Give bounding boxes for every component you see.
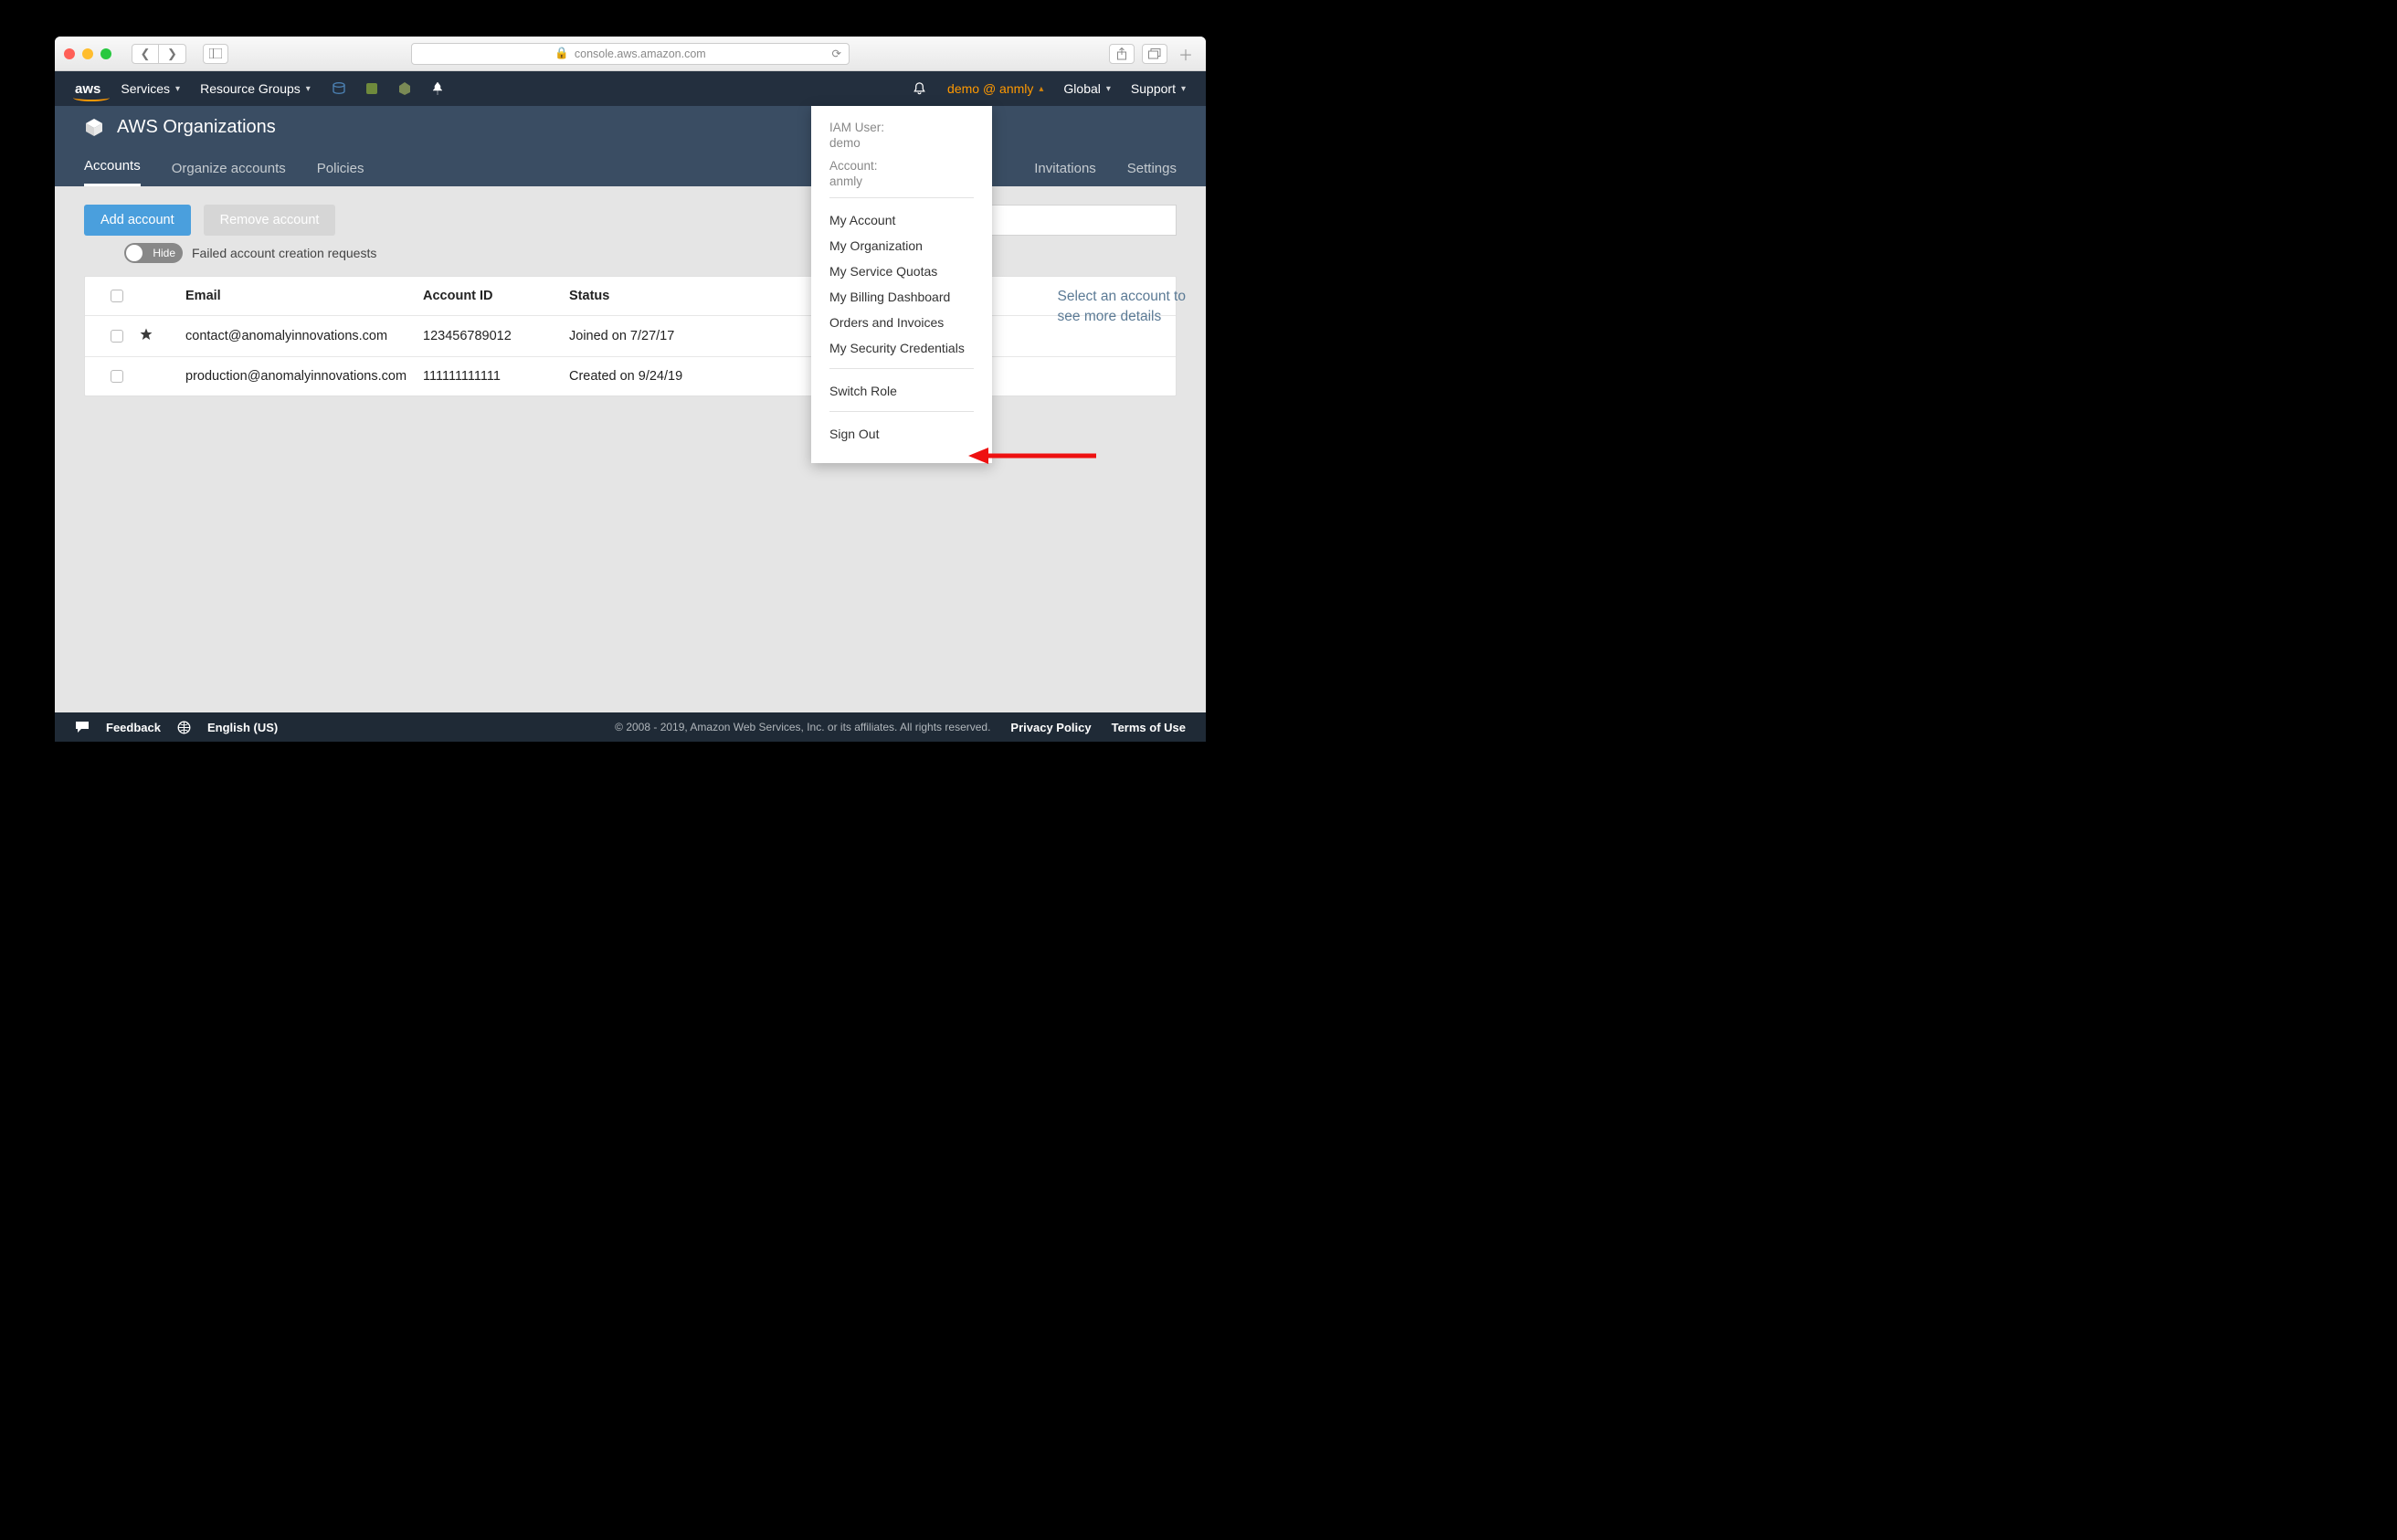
table-row[interactable]: production@anomalyinnovations.com 111111… [85, 356, 1176, 396]
my-account-link[interactable]: My Account [829, 207, 974, 233]
toggle-knob [126, 245, 143, 261]
chevron-up-icon: ▴ [1039, 84, 1043, 94]
support-label: Support [1131, 81, 1176, 96]
forward-button[interactable]: ❯ [159, 44, 186, 64]
services-menu[interactable]: Services ▾ [121, 81, 180, 96]
divider [829, 411, 974, 412]
select-all-checkbox[interactable] [111, 290, 123, 302]
window-minimize-dot[interactable] [82, 48, 93, 59]
footer: Feedback English (US) © 2008 - 2019, Ama… [55, 712, 1206, 742]
sign-out-link[interactable]: Sign Out [829, 421, 974, 447]
table-row[interactable]: contact@anomalyinnovations.com 123456789… [85, 315, 1176, 356]
remove-account-button[interactable]: Remove account [204, 205, 336, 236]
divider [829, 197, 974, 198]
address-text: console.aws.amazon.com [575, 47, 706, 60]
tab-policies[interactable]: Policies [317, 161, 364, 186]
sidebar-toggle-icon[interactable] [203, 44, 228, 64]
accounts-table: Email Account ID Status contact@anomalyi… [84, 276, 1177, 396]
browser-window: ❮ ❯ 🔒 console.aws.amazon.com ⟳ ＋ aws [55, 37, 1206, 742]
share-icon[interactable] [1109, 44, 1135, 64]
helper-line-2: see more details [1058, 307, 1186, 327]
chevron-down-icon: ▾ [306, 84, 311, 94]
new-tab-button[interactable]: ＋ [1175, 43, 1197, 65]
iam-user-label: IAM User: [829, 121, 974, 134]
pin-icon[interactable] [429, 80, 446, 97]
services-label: Services [121, 81, 170, 96]
cell-email: production@anomalyinnovations.com [185, 369, 423, 384]
window-close-dot[interactable] [64, 48, 75, 59]
user-dropdown: IAM User: demo Account: anmly My Account… [811, 106, 992, 463]
tab-organize-accounts[interactable]: Organize accounts [172, 161, 286, 186]
copyright-text: © 2008 - 2019, Amazon Web Services, Inc.… [615, 721, 990, 733]
feedback-icon [75, 721, 90, 733]
annotation-arrow [968, 445, 1096, 467]
my-billing-link[interactable]: My Billing Dashboard [829, 284, 974, 310]
chevron-down-icon: ▾ [1181, 84, 1186, 94]
row-checkbox[interactable] [111, 330, 123, 343]
hide-toggle[interactable]: Hide [124, 243, 183, 263]
shortcut-icon-2[interactable] [364, 80, 380, 97]
col-account-id: Account ID [423, 289, 569, 303]
window-zoom-dot[interactable] [100, 48, 111, 59]
helper-line-1: Select an account to [1058, 287, 1186, 307]
region-label: Global [1063, 81, 1100, 96]
shortcut-icon-3[interactable] [396, 80, 413, 97]
back-button[interactable]: ❮ [132, 44, 159, 64]
aws-header: aws Services ▾ Resource Groups ▾ demo @ … [55, 71, 1206, 106]
iam-user-value: demo [829, 136, 974, 150]
orders-invoices-link[interactable]: Orders and Invoices [829, 310, 974, 335]
refresh-icon[interactable]: ⟳ [832, 47, 841, 60]
resource-groups-label: Resource Groups [200, 81, 301, 96]
address-bar[interactable]: 🔒 console.aws.amazon.com ⟳ [411, 43, 850, 65]
tab-invitations[interactable]: Invitations [1034, 161, 1096, 186]
tab-accounts[interactable]: Accounts [84, 158, 141, 186]
col-email: Email [185, 289, 423, 303]
cell-account-id: 123456789012 [423, 329, 569, 343]
divider [829, 368, 974, 369]
feedback-link[interactable]: Feedback [106, 721, 161, 734]
row-checkbox[interactable] [111, 370, 123, 383]
page-title: AWS Organizations [117, 117, 276, 138]
header-shortcuts [331, 80, 446, 97]
my-organization-link[interactable]: My Organization [829, 233, 974, 258]
account-value: anmly [829, 174, 974, 188]
cell-email: contact@anomalyinnovations.com [185, 329, 423, 343]
tab-bar: Accounts Organize accounts Policies Invi… [55, 148, 1206, 186]
tabs-icon[interactable] [1142, 44, 1167, 64]
hide-failed-row: Hide Failed account creation requests [55, 236, 1206, 276]
add-account-button[interactable]: Add account [84, 205, 191, 236]
tab-settings[interactable]: Settings [1127, 161, 1177, 186]
hide-description: Failed account creation requests [192, 246, 376, 260]
language-selector[interactable]: English (US) [207, 721, 278, 734]
region-menu[interactable]: Global ▾ [1063, 81, 1111, 96]
support-menu[interactable]: Support ▾ [1131, 81, 1186, 96]
user-menu-button[interactable]: demo @ anmly ▴ [947, 81, 1043, 96]
toolbar: Add account Remove account [55, 186, 1206, 236]
toggle-label: Hide [153, 247, 175, 259]
notifications-icon[interactable] [912, 81, 927, 97]
browser-chrome: ❮ ❯ 🔒 console.aws.amazon.com ⟳ ＋ [55, 37, 1206, 71]
lock-icon: 🔒 [554, 47, 569, 60]
account-label: Account: [829, 159, 974, 173]
aws-logo[interactable]: aws [75, 81, 100, 97]
globe-icon [177, 721, 191, 734]
chevron-down-icon: ▾ [1106, 84, 1111, 94]
my-service-quotas-link[interactable]: My Service Quotas [829, 258, 974, 284]
shortcut-icon-1[interactable] [331, 80, 347, 97]
privacy-link[interactable]: Privacy Policy [1010, 721, 1091, 734]
terms-link[interactable]: Terms of Use [1112, 721, 1186, 734]
table-header: Email Account ID Status [85, 277, 1176, 315]
star-icon [140, 328, 153, 341]
cell-account-id: 111111111111 [423, 369, 569, 384]
organizations-icon [84, 117, 104, 137]
chevron-down-icon: ▾ [175, 84, 180, 94]
page-title-bar: AWS Organizations [55, 106, 1206, 148]
resource-groups-menu[interactable]: Resource Groups ▾ [200, 81, 311, 96]
switch-role-link[interactable]: Switch Role [829, 378, 974, 404]
user-label: demo @ anmly [947, 81, 1033, 96]
my-security-credentials-link[interactable]: My Security Credentials [829, 335, 974, 361]
helper-text: Select an account to see more details [1058, 287, 1186, 328]
